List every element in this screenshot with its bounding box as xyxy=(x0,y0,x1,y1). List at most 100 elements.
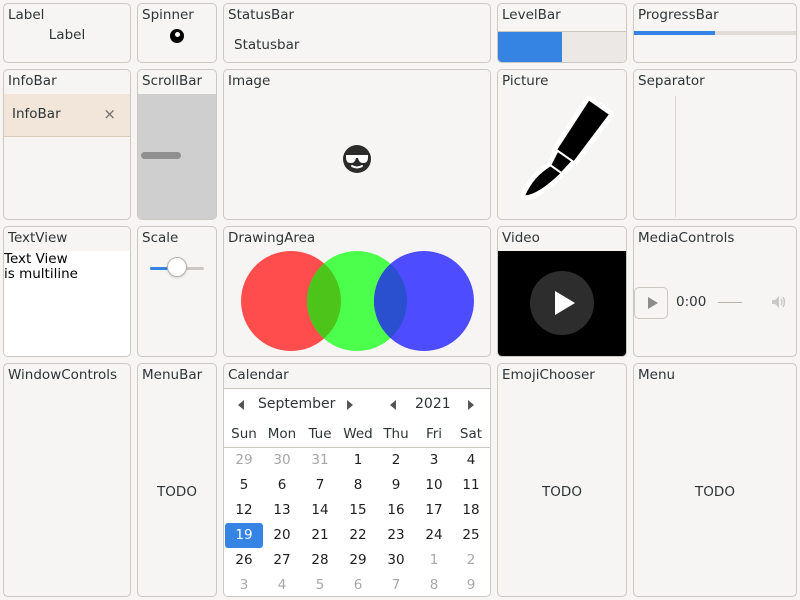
video-tile: Video xyxy=(497,226,627,357)
levelbar-tile-title: LevelBar xyxy=(502,7,561,23)
level-bar xyxy=(498,31,626,62)
calendar-day[interactable]: 28 xyxy=(301,548,339,573)
drawingarea-tile-title: DrawingArea xyxy=(228,230,316,246)
close-icon[interactable]: × xyxy=(103,105,116,123)
text-view-line: is multiline xyxy=(4,266,78,282)
calendar-tile-title: Calendar xyxy=(228,367,289,383)
text-view[interactable]: Text View is multiline xyxy=(4,251,130,356)
info-bar: InfoBar × xyxy=(4,94,130,137)
calendar-day[interactable]: 3 xyxy=(225,573,263,596)
calendar-day[interactable]: 2 xyxy=(377,448,415,473)
calendar-day[interactable]: 5 xyxy=(301,573,339,596)
calendar-day[interactable]: 5 xyxy=(225,473,263,498)
seek-bar[interactable] xyxy=(718,302,742,303)
calendar-body: Sun Mon Tue Wed Thu Fri Sat 29 30 31 1 2 3 4 5 6 7 8 9 10 11… xyxy=(224,422,490,596)
prev-year-icon[interactable] xyxy=(390,400,396,410)
image-tile-title: Image xyxy=(228,73,271,89)
calendar-day[interactable]: 6 xyxy=(263,473,301,498)
calendar-day[interactable]: 4 xyxy=(452,448,490,473)
weekday-label: Mon xyxy=(267,426,297,442)
calendar-day[interactable]: 1 xyxy=(415,548,453,573)
calendar-day[interactable]: 18 xyxy=(452,498,490,523)
calendar-day[interactable]: 29 xyxy=(339,548,377,573)
calendar-day[interactable]: 31 xyxy=(301,448,339,473)
weekday-label: Fri xyxy=(425,426,443,442)
calendar-day[interactable]: 27 xyxy=(263,548,301,573)
next-year-icon[interactable] xyxy=(468,400,474,410)
todo-label: TODO xyxy=(542,484,582,500)
calendar-day[interactable]: 7 xyxy=(301,473,339,498)
calendar-day[interactable]: 14 xyxy=(301,498,339,523)
calendar-day[interactable]: 25 xyxy=(452,523,490,548)
windowcontrols-tile-title: WindowControls xyxy=(8,367,118,383)
calendar-day[interactable]: 21 xyxy=(301,523,339,548)
calendar-day[interactable]: 30 xyxy=(377,548,415,573)
mediacontrols-tile: MediaControls 0:00 xyxy=(633,226,797,357)
infobar-tile-title: InfoBar xyxy=(8,73,57,89)
emojichooser-tile: EmojiChooser TODO xyxy=(497,363,627,597)
emojichooser-tile-title: EmojiChooser xyxy=(502,367,595,383)
calendar-day[interactable]: 3 xyxy=(415,448,453,473)
scale-slider-knob[interactable] xyxy=(167,257,187,277)
progress-bar-fill xyxy=(634,31,715,35)
calendar-day[interactable]: 26 xyxy=(225,548,263,573)
calendar-day[interactable]: 20 xyxy=(263,523,301,548)
paintbrush-icon xyxy=(520,95,614,201)
todo-label: TODO xyxy=(157,484,197,500)
menubar-tile: MenuBar TODO xyxy=(137,363,217,597)
calendar-day[interactable]: 12 xyxy=(225,498,263,523)
sunglasses-face-icon xyxy=(343,145,371,173)
textview-tile: TextView Text View is multiline xyxy=(3,226,131,357)
calendar-day[interactable]: 1 xyxy=(339,448,377,473)
calendar-day[interactable]: 30 xyxy=(263,448,301,473)
weekday-label: Sat xyxy=(459,426,483,442)
separator-tile: Separator xyxy=(633,69,797,220)
calendar-day[interactable]: 9 xyxy=(377,473,415,498)
calendar-day[interactable]: 2 xyxy=(452,548,490,573)
calendar-tile: Calendar September 2021 Sun Mon Tue Wed Thu F… xyxy=(223,363,491,597)
prev-month-icon[interactable] xyxy=(238,400,244,410)
next-month-icon[interactable] xyxy=(347,400,353,410)
progressbar-tile: ProgressBar xyxy=(633,3,797,63)
calendar-day[interactable]: 22 xyxy=(339,523,377,548)
levelbar-tile: LevelBar xyxy=(497,3,627,63)
calendar-day[interactable]: 19 xyxy=(225,523,263,548)
media-time-label: 0:00 xyxy=(676,294,707,310)
calendar-day[interactable]: 8 xyxy=(415,573,453,596)
calendar-day[interactable]: 9 xyxy=(452,573,490,596)
calendar-day[interactable]: 24 xyxy=(415,523,453,548)
calendar-day[interactable]: 11 xyxy=(452,473,490,498)
video-area[interactable] xyxy=(498,251,626,356)
text-view-line: Text View xyxy=(4,251,68,267)
statusbar-text: Statusbar xyxy=(234,37,300,53)
calendar-header: September 2021 xyxy=(224,388,490,423)
scrollbar-tile-title: ScrollBar xyxy=(142,73,203,89)
play-button[interactable] xyxy=(634,287,668,319)
play-icon[interactable] xyxy=(530,271,594,335)
calendar-day[interactable]: 13 xyxy=(263,498,301,523)
spinner-icon xyxy=(170,29,184,43)
weekday-label: Wed xyxy=(343,426,373,442)
calendar-day[interactable]: 8 xyxy=(339,473,377,498)
calendar-day[interactable]: 7 xyxy=(377,573,415,596)
spinner-tile-title: Spinner xyxy=(142,7,194,23)
volume-icon[interactable] xyxy=(770,293,788,311)
video-tile-title: Video xyxy=(502,230,540,246)
menu-tile: Menu TODO xyxy=(633,363,797,597)
calendar-day[interactable]: 6 xyxy=(339,573,377,596)
scroll-track[interactable] xyxy=(138,94,216,219)
calendar-day[interactable]: 17 xyxy=(415,498,453,523)
calendar-day[interactable]: 16 xyxy=(377,498,415,523)
calendar-day[interactable]: 15 xyxy=(339,498,377,523)
calendar-day[interactable]: 10 xyxy=(415,473,453,498)
scale-tile: Scale xyxy=(137,226,217,357)
calendar-day[interactable]: 4 xyxy=(263,573,301,596)
windowcontrols-tile: WindowControls xyxy=(3,363,131,597)
calendar-day[interactable]: 23 xyxy=(377,523,415,548)
scroll-thumb[interactable] xyxy=(141,152,181,159)
label-text: Label xyxy=(48,27,86,43)
label-tile: Label Label xyxy=(3,3,131,63)
calendar-day[interactable]: 29 xyxy=(225,448,263,473)
progressbar-tile-title: ProgressBar xyxy=(638,7,719,23)
weekday-label: Sun xyxy=(231,426,257,442)
